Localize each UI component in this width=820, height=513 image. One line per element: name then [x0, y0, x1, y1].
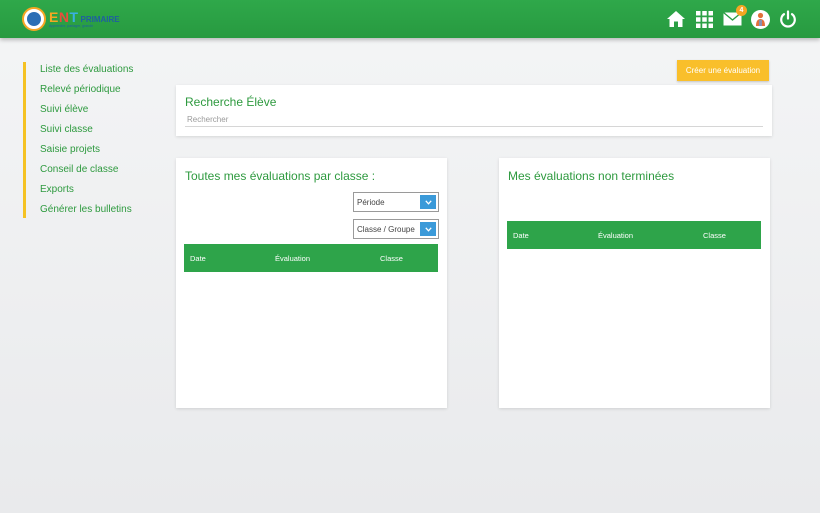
unfinished-evaluations-card: Mes évaluations non terminées Date Évalu… — [499, 158, 770, 408]
search-card-title: Recherche Élève — [185, 95, 277, 109]
periode-select[interactable]: Période — [353, 192, 439, 212]
column-header-evaluation[interactable]: Évaluation — [598, 231, 633, 240]
sidebar-item-saisie-projets[interactable]: Saisie projets — [26, 142, 163, 162]
apps-grid-icon[interactable] — [694, 9, 714, 29]
evaluations-by-class-card: Toutes mes évaluations par classe : Péri… — [176, 158, 447, 408]
top-header: ENT PRIMAIRE Apprendre, partager, grandi… — [0, 0, 820, 38]
logo-letter-t: T — [69, 8, 79, 25]
mascot-icon — [22, 7, 46, 31]
classe-select-value: Classe / Groupe — [357, 224, 415, 234]
logo-letter-n: N — [58, 8, 70, 25]
sidebar-item-liste-evaluations[interactable]: Liste des évaluations — [26, 62, 163, 82]
user-avatar-icon[interactable] — [750, 9, 770, 29]
sidebar-item-suivi-eleve[interactable]: Suivi élève — [26, 102, 163, 122]
column-header-classe[interactable]: Classe — [380, 254, 403, 263]
pending-card-title: Mes évaluations non terminées — [508, 169, 675, 183]
notification-badge: 4 — [736, 5, 747, 16]
sidebar-item-exports[interactable]: Exports — [26, 182, 163, 202]
column-header-date[interactable]: Date — [513, 231, 529, 240]
sidebar-item-releve-periodique[interactable]: Relevé périodique — [26, 82, 163, 102]
column-header-date[interactable]: Date — [190, 254, 206, 263]
mail-icon[interactable]: 4 — [722, 5, 747, 29]
evaluations-table-header: Date Évaluation Classe — [184, 244, 438, 272]
home-icon[interactable] — [666, 9, 686, 29]
chevron-down-icon[interactable] — [420, 195, 436, 209]
classe-groupe-select[interactable]: Classe / Groupe — [353, 219, 439, 239]
chevron-down-icon[interactable] — [420, 222, 436, 236]
periode-select-value: Période — [357, 197, 385, 207]
sidebar-item-conseil-classe[interactable]: Conseil de classe — [26, 162, 163, 182]
logo-tagline: Apprendre, partager, grandir — [49, 23, 93, 28]
power-icon[interactable] — [778, 9, 798, 29]
logo-primaire: PRIMAIRE — [80, 14, 120, 24]
student-search-card: Recherche Élève — [176, 85, 772, 136]
student-search-input[interactable] — [185, 113, 763, 127]
create-evaluation-button[interactable]: Créer une évaluation — [677, 60, 769, 81]
evaluations-card-title: Toutes mes évaluations par classe : — [185, 169, 376, 183]
logo-letter-e: E — [49, 8, 59, 25]
column-header-classe[interactable]: Classe — [703, 231, 726, 240]
ent-primaire-logo[interactable]: ENT PRIMAIRE Apprendre, partager, grandi… — [22, 7, 120, 31]
sidebar-nav: Liste des évaluations Relevé périodique … — [23, 62, 163, 218]
sidebar-item-suivi-classe[interactable]: Suivi classe — [26, 122, 163, 142]
column-header-evaluation[interactable]: Évaluation — [275, 254, 310, 263]
pending-table-header: Date Évaluation Classe — [507, 221, 761, 249]
sidebar-item-generer-bulletins[interactable]: Générer les bulletins — [26, 202, 163, 222]
